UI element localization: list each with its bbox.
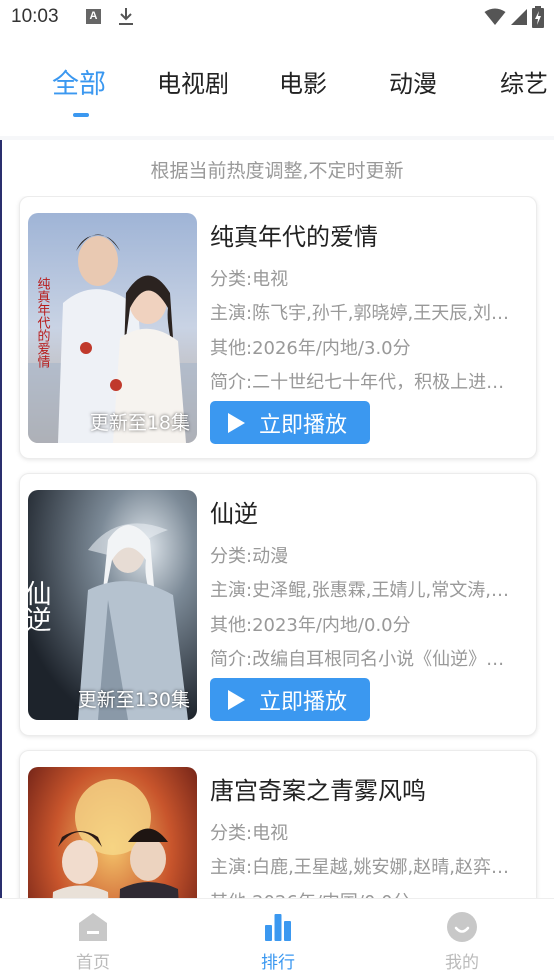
episode-update-label: 更新至18集 [89, 412, 190, 434]
play-button-label: 立即播放 [259, 689, 348, 715]
status-bar: 10:03 A [0, 0, 554, 36]
wifi-icon [484, 8, 506, 25]
nav-rank[interactable]: 排行 [238, 911, 318, 973]
tab-divider [0, 136, 554, 140]
drama-card[interactable]: 纯真年代的爱情 更新至18集 纯真年代的爱情 分类:电视 主演:陈飞宇,孙千,郭… [19, 196, 537, 459]
nav-profile-label: 我的 [445, 953, 479, 973]
drama-title[interactable]: 唐宫奇案之青雾风鸣 [210, 771, 426, 806]
drama-cast: 主演:陈飞宇,孙千,郭晓婷,王天辰,刘… [210, 303, 509, 324]
signal-icon [511, 9, 527, 25]
play-icon [228, 412, 245, 433]
tab-anime[interactable]: 动漫 [389, 64, 437, 99]
drama-title[interactable]: 仙逆 [210, 494, 258, 529]
drama-cast: 主演:史泽鲲,张惠霖,王婧儿,常文涛,… [210, 580, 509, 601]
episode-update-label: 更新至130集 [77, 689, 190, 711]
poster-title-art: 仙逆 [28, 580, 51, 632]
ranking-subtitle: 根据当前热度调整,不定时更新 [150, 160, 404, 182]
drama-info: 其他:2023年/内地/0.0分 [210, 615, 411, 636]
profile-icon [447, 912, 477, 942]
nav-home[interactable]: 首页 [53, 911, 133, 973]
drama-card[interactable]: 唐宫奇案之青雾风鸣 分类:电视 主演:白鹿,王星越,姚安娜,赵晴,赵弈… 其他:… [19, 750, 537, 898]
tab-variety[interactable]: 综艺 [500, 64, 548, 99]
active-tab-indicator [73, 113, 89, 117]
nav-home-label: 首页 [76, 953, 110, 973]
nav-rank-label: 排行 [261, 953, 295, 973]
poster-art [28, 767, 197, 898]
tab-tv-series[interactable]: 电视剧 [157, 64, 229, 99]
drama-category: 分类:动漫 [210, 546, 289, 567]
rank-icon [265, 914, 291, 941]
nav-profile[interactable]: 我的 [422, 911, 502, 973]
download-icon [119, 8, 133, 25]
notification-a-icon: A [86, 9, 101, 24]
poster-image[interactable] [28, 767, 197, 898]
tab-all[interactable]: 全部 [52, 62, 106, 101]
drama-info: 其他:2026年/内国/0.0分 [210, 888, 532, 898]
drama-intro: 简介:改编自耳根同名小说《仙逆》… [210, 649, 505, 670]
play-button-label: 立即播放 [259, 412, 348, 438]
ranking-list[interactable]: 纯真年代的爱情 更新至18集 纯真年代的爱情 分类:电视 主演:陈飞宇,孙千,郭… [0, 196, 554, 898]
drama-category: 分类:电视 [210, 269, 289, 290]
play-now-button[interactable]: 立即播放 [210, 401, 370, 444]
play-icon [228, 689, 245, 710]
drama-title[interactable]: 纯真年代的爱情 [210, 217, 378, 252]
bottom-navigation: 首页 排行 我的 [0, 898, 554, 980]
drama-category: 分类:电视 [210, 823, 289, 844]
poster-title-art: 纯真年代的爱情 [35, 277, 51, 368]
drama-info: 其他:2026年/内地/3.0分 [210, 338, 411, 359]
drama-intro: 简介:二十世纪七十年代，积极上进… [210, 372, 505, 393]
play-now-button[interactable]: 立即播放 [210, 678, 370, 721]
home-icon [79, 913, 107, 941]
drama-cast: 主演:白鹿,王星越,姚安娜,赵晴,赵弈… [210, 857, 509, 878]
tab-movie[interactable]: 电影 [279, 64, 327, 99]
poster-image[interactable]: 仙逆 更新至130集 [28, 490, 197, 720]
poster-image[interactable]: 纯真年代的爱情 更新至18集 [28, 213, 197, 443]
status-icons [484, 6, 544, 28]
battery-icon [532, 6, 544, 28]
category-tab-bar: 全部 电视剧 电影 动漫 综艺 [0, 36, 554, 136]
drama-card[interactable]: 仙逆 更新至130集 仙逆 分类:动漫 主演:史泽鲲,张惠霖,王婧儿,常文涛,…… [19, 473, 537, 736]
status-time: 10:03 [11, 6, 59, 27]
